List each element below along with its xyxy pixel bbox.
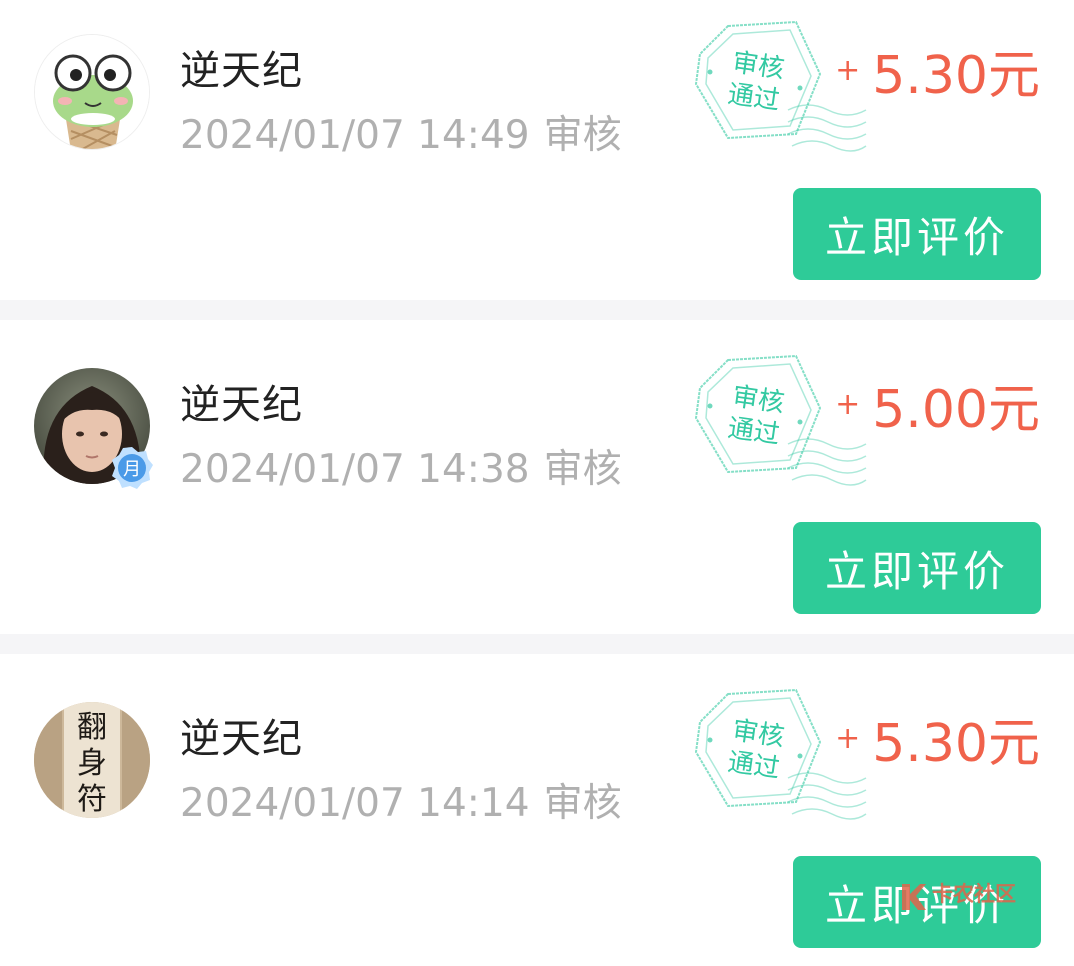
watermark-text: 卡农社区 (932, 882, 1016, 906)
plus-sign: + (835, 386, 861, 422)
list-item: 翻身符 逆天纪 2024/01/07 14:14 审核 审核 通过 + 5.30元… (0, 654, 1074, 966)
stamp-label: 审核 通过 (714, 713, 798, 787)
divider (0, 300, 1074, 320)
plus-sign: + (835, 720, 861, 756)
divider (0, 634, 1074, 654)
review-meta: 2024/01/07 14:38 审核 (180, 438, 622, 494)
monthly-member-badge-icon: 月 (112, 447, 153, 489)
review-status: 审核 (543, 781, 622, 826)
user-name: 逆天纪 (180, 382, 303, 428)
stamp-label: 审核 通过 (714, 379, 798, 453)
amount-value: 5.00元 (872, 379, 1040, 440)
review-date: 2024/01/07 14:14 (180, 781, 530, 826)
rate-now-button[interactable]: 立即评价 (793, 188, 1041, 280)
review-date: 2024/01/07 14:38 (180, 447, 530, 492)
reward-amount: + 5.30元 (835, 708, 1040, 774)
rate-now-button[interactable]: 立即评价 (793, 522, 1041, 614)
stamp-label: 审核 通过 (714, 45, 798, 119)
user-name: 逆天纪 (180, 48, 303, 94)
review-status: 审核 (543, 447, 622, 492)
task-list: 逆天纪 2024/01/07 14:49 审核 审核 通过 + 5.30元 立即评… (0, 0, 1074, 966)
list-item: 月 逆天纪 2024/01/07 14:38 审核 审核 通过 + 5.00元 立… (0, 320, 1074, 634)
frog-avatar-icon (35, 35, 149, 149)
review-meta: 2024/01/07 14:49 审核 (180, 104, 622, 160)
review-status: 审核 (543, 113, 622, 158)
reward-amount: + 5.00元 (835, 374, 1040, 440)
user-name: 逆天纪 (180, 716, 303, 762)
plus-sign: + (835, 52, 861, 88)
amount-value: 5.30元 (872, 713, 1040, 774)
user-avatar[interactable] (34, 34, 150, 150)
reward-amount: + 5.30元 (835, 40, 1040, 106)
review-meta: 2024/01/07 14:14 审核 (180, 772, 622, 828)
watermark-logo-icon (902, 884, 926, 910)
avatar-calligraphy-text: 翻身符 (77, 710, 107, 817)
user-avatar[interactable]: 翻身符 (34, 702, 150, 818)
list-item: 逆天纪 2024/01/07 14:49 审核 审核 通过 + 5.30元 立即评… (0, 0, 1074, 300)
svg-text:月: 月 (123, 459, 141, 480)
amount-value: 5.30元 (872, 45, 1040, 106)
review-date: 2024/01/07 14:49 (180, 113, 530, 158)
